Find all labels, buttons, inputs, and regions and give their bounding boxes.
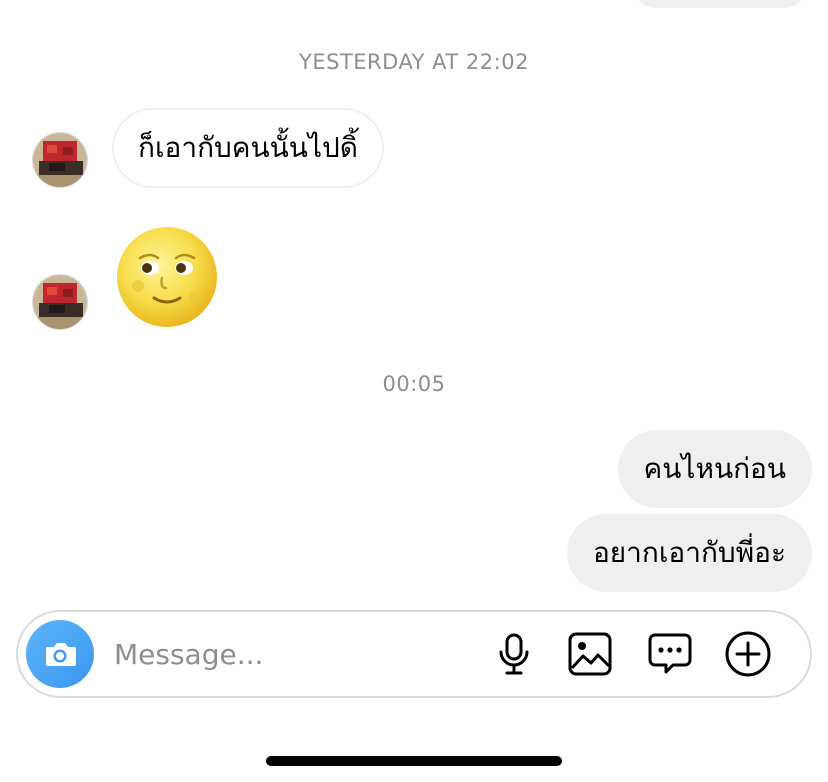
- avatar-photo: [33, 133, 87, 187]
- camera-button[interactable]: [26, 620, 94, 688]
- outgoing-message-bubble[interactable]: อยากเอากับพี่อะ: [566, 514, 812, 592]
- outgoing-message-bubble[interactable]: คนไหนก่อน: [617, 430, 812, 508]
- avatar[interactable]: [32, 132, 88, 188]
- message-text: อยากเอากับพี่อะ: [592, 536, 786, 569]
- previous-message-bubble[interactable]: [632, 0, 808, 8]
- avatar-photo: [33, 275, 87, 329]
- gallery-icon[interactable]: [566, 630, 614, 678]
- full-moon-face-emoji[interactable]: [116, 226, 218, 328]
- sticker-chat-icon[interactable]: [646, 630, 694, 678]
- message-input[interactable]: [114, 632, 474, 676]
- timestamp-divider: YESTERDAY AT 22:02: [299, 50, 529, 74]
- plus-icon[interactable]: [724, 630, 772, 678]
- incoming-message-bubble[interactable]: ก็เอากับคนนั้นไปดิ้: [112, 108, 384, 188]
- chat-screen: YESTERDAY AT 22:02 ก็เอากับคนนั้นไปดิ้ 0…: [0, 0, 828, 782]
- home-indicator[interactable]: [266, 756, 562, 766]
- message-text: ก็เอากับคนนั้นไปดิ้: [138, 131, 358, 164]
- message-composer: [16, 610, 812, 698]
- avatar[interactable]: [32, 274, 88, 330]
- message-text: คนไหนก่อน: [643, 452, 786, 485]
- timestamp-divider: 00:05: [382, 372, 446, 396]
- camera-icon: [46, 643, 76, 666]
- microphone-icon[interactable]: [490, 630, 538, 678]
